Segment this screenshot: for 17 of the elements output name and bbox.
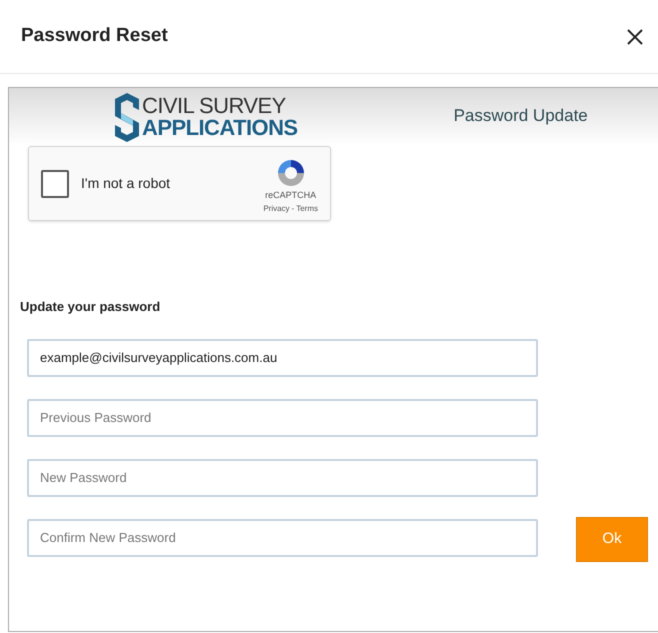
- input-field[interactable]: Confirm New Password: [27, 518, 538, 556]
- input-field[interactable]: New Password: [27, 458, 538, 496]
- input-field[interactable]: Previous Password: [27, 398, 538, 436]
- dialog-title: Password Reset: [21, 24, 168, 48]
- form-heading: Update your password: [20, 298, 162, 316]
- logo-text: CIVIL SURVEY: [142, 95, 287, 117]
- close-button[interactable]: [626, 28, 644, 46]
- terms-link[interactable]: Terms: [296, 202, 318, 214]
- logo-icon: [115, 92, 139, 142]
- checkbox[interactable]: [41, 170, 69, 198]
- privacy-link[interactable]: Privacy: [263, 202, 290, 214]
- logo-text: APPLICATIONS: [142, 117, 298, 139]
- link-separator: -: [292, 202, 294, 214]
- checkbox-label: I'm not a robot: [81, 174, 170, 193]
- page-heading: Password Update: [454, 105, 588, 128]
- input-field[interactable]: example@civilsurveyapplications.com.au: [27, 338, 538, 376]
- recaptcha-brand: reCAPTCHA: [265, 189, 316, 202]
